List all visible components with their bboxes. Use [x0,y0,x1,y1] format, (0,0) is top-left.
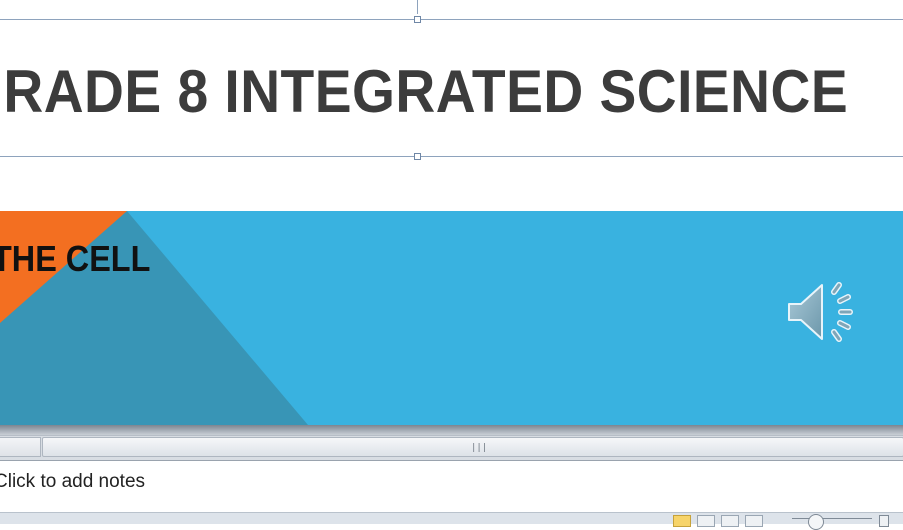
rotation-line [417,0,418,14]
fit-to-window-icon[interactable] [879,515,889,527]
resize-handle-top[interactable] [414,16,421,23]
slide-editing-area[interactable]: GRADE 8 INTEGRATED SCIENCE THE CELL [0,0,903,425]
notes-placeholder[interactable]: Click to add notes [0,471,145,493]
title-placeholder[interactable]: GRADE 8 INTEGRATED SCIENCE [0,0,903,160]
resize-handle-bottom[interactable] [414,153,421,160]
slide-title: GRADE 8 INTEGRATED SCIENCE [0,58,849,125]
horizontal-scrollbar[interactable]: ||| [0,435,903,460]
pane-splitter[interactable] [0,425,903,435]
slide-sorter-icon[interactable] [697,515,715,527]
zoom-slider-track[interactable] [792,518,872,519]
scroll-thumb[interactable]: ||| [42,437,903,457]
slide-show-icon[interactable] [745,515,763,527]
zoom-slider-knob[interactable] [808,514,824,530]
speaker-icon[interactable] [784,280,860,348]
scroll-left-area[interactable] [0,437,41,457]
normal-view-icon[interactable] [673,515,691,527]
status-bar [0,512,903,530]
slide-subtitle[interactable]: THE CELL [0,238,150,280]
grip-icon: ||| [471,443,488,453]
reading-view-icon[interactable] [721,515,739,527]
title-box-bottom-border [0,156,903,157]
notes-pane[interactable]: Click to add notes [0,460,903,514]
title-box-top-border [0,19,903,20]
